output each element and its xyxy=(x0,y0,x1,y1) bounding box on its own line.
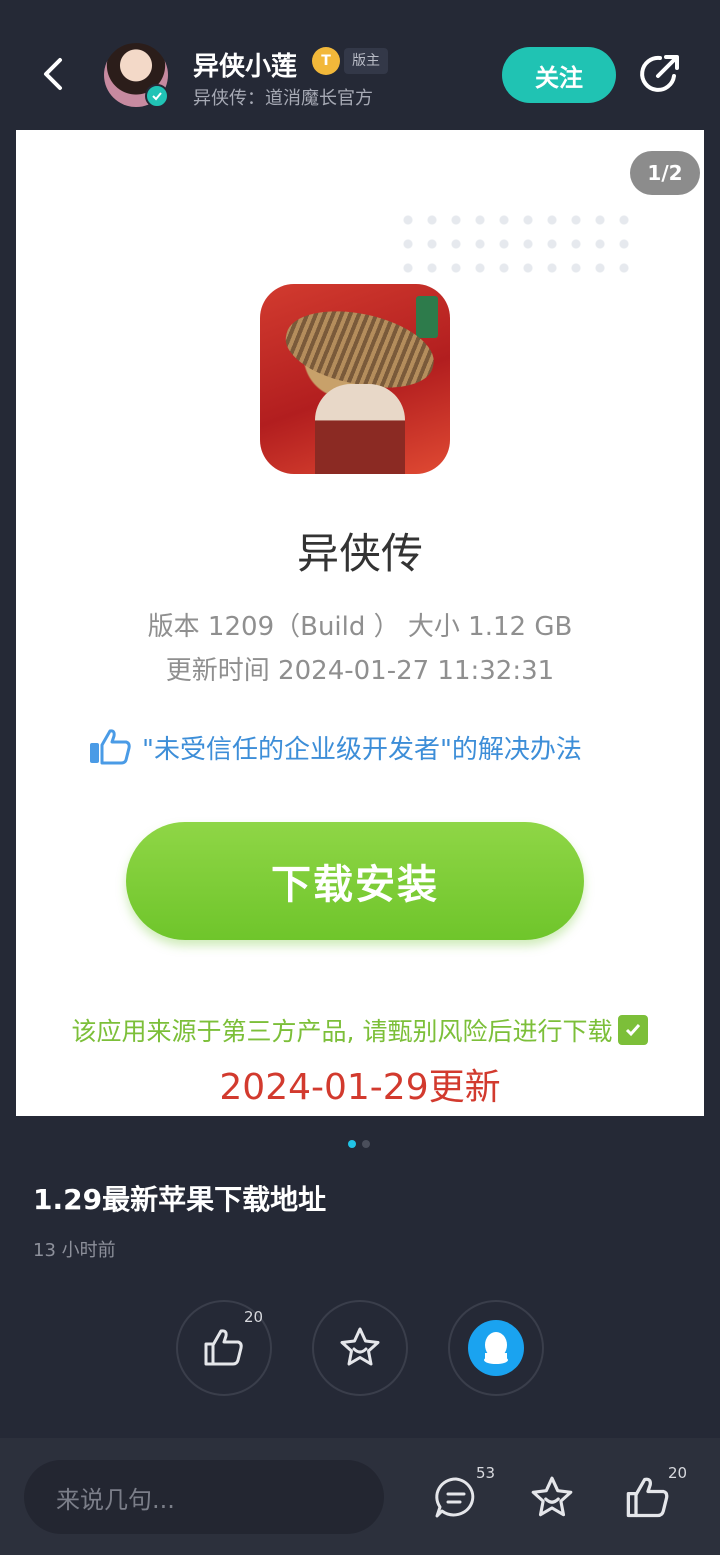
app-icon xyxy=(260,284,450,474)
share-icon xyxy=(640,55,679,92)
share-button[interactable] xyxy=(636,50,684,98)
carousel-dot-active xyxy=(348,1140,356,1148)
level-badge: T xyxy=(312,47,340,75)
app-version-size: 版本 1209（Build ） 大小 1.12 GB xyxy=(147,612,573,642)
image-page-indicator: 1/2 xyxy=(630,151,700,195)
post-title: 1.29最新苹果下载地址 xyxy=(33,1183,327,1216)
decorative-dots xyxy=(396,208,636,278)
star-icon xyxy=(531,1476,573,1517)
app-name: 异侠传 xyxy=(296,529,423,578)
author-subtitle: 异侠传：道消魔长官方 xyxy=(193,88,373,109)
top-bar: 异侠小莲 T 版主 异侠传：道消魔长官方 关注 xyxy=(0,0,720,130)
verified-icon xyxy=(145,84,169,108)
trust-help-text: "未受信任的企业级开发者"的解决办法 xyxy=(142,734,582,765)
back-button[interactable] xyxy=(30,50,78,98)
update-date: 2024-01-29更新 xyxy=(219,1067,501,1108)
thumbs-up-icon xyxy=(626,1477,669,1518)
thumbs-up-icon xyxy=(204,1329,243,1366)
like-count: 20 xyxy=(244,1308,264,1326)
risk-notice-text: 该应用来源于第三方产品, 请甄别风险后进行下载 xyxy=(71,1017,613,1046)
download-install-button: 下载安装 xyxy=(126,822,584,940)
comment-input[interactable]: 来说几句... xyxy=(24,1460,384,1534)
carousel-dots xyxy=(348,1140,370,1148)
bottom-like-count: 20 xyxy=(668,1464,688,1482)
comment-button[interactable] xyxy=(430,1472,482,1524)
moderator-tag: 版主 xyxy=(344,48,388,74)
share-qq-button[interactable] xyxy=(448,1300,544,1396)
risk-notice: 该应用来源于第三方产品, 请甄别风险后进行下载 xyxy=(26,1012,694,1048)
post-time: 13 小时前 xyxy=(33,1240,116,1261)
app-update-time: 更新时间 2024-01-27 11:32:31 xyxy=(165,656,555,686)
post-image[interactable]: 1/2 异侠传 版本 1209（Build ） 大小 1.12 GB 更新时间 … xyxy=(16,130,704,1116)
thumbs-up-icon xyxy=(90,729,131,765)
bottom-favorite-button[interactable] xyxy=(526,1472,578,1524)
check-icon xyxy=(618,1015,649,1045)
trust-help-link: "未受信任的企业级开发者"的解决办法 xyxy=(88,727,648,767)
like-button[interactable]: 20 xyxy=(176,1300,272,1396)
bottom-like-button[interactable] xyxy=(622,1472,674,1524)
comment-count: 53 xyxy=(476,1464,496,1482)
author-name[interactable]: 异侠小莲 xyxy=(193,46,297,83)
comment-icon xyxy=(435,1477,475,1518)
star-icon xyxy=(340,1327,380,1366)
bottom-comment-bar: 来说几句... 53 20 xyxy=(0,1438,720,1555)
back-icon xyxy=(44,58,62,90)
favorite-button[interactable] xyxy=(312,1300,408,1396)
follow-button[interactable]: 关注 xyxy=(502,47,616,103)
qq-icon xyxy=(468,1320,524,1376)
carousel-dot xyxy=(362,1140,370,1148)
